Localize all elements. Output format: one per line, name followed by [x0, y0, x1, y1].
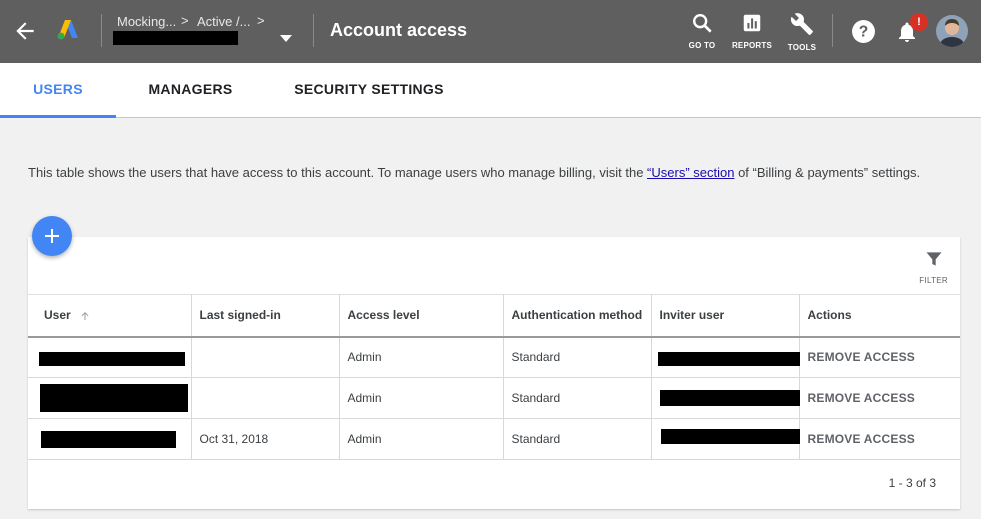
- cell-user: [28, 336, 192, 378]
- cell-inviter-user: [651, 418, 800, 460]
- users-table: User Last signed-in Access level Authent…: [28, 294, 960, 460]
- redacted-account-name: [113, 31, 238, 45]
- search-icon: [693, 14, 712, 33]
- users-table-card: FILTER User Last signed-in Access level …: [28, 237, 960, 509]
- filter-label: FILTER: [919, 276, 948, 285]
- cell-access-level: Admin: [339, 336, 504, 378]
- avatar-image: [936, 15, 968, 47]
- filter-funnel-icon: [926, 252, 942, 266]
- plus-icon: [45, 229, 59, 243]
- divider: [313, 14, 314, 47]
- redacted-inviter-email: [659, 390, 800, 406]
- table-row: Admin Standard REMOVE ACCESS: [28, 377, 960, 419]
- cell-access-level: Admin: [339, 377, 504, 419]
- tab-users[interactable]: USERS: [0, 63, 116, 118]
- column-label: User: [44, 308, 71, 323]
- column-header-actions: Actions: [799, 294, 960, 338]
- redacted-inviter-email: [657, 351, 800, 366]
- cell-user: [28, 418, 192, 460]
- users-section-link[interactable]: “Users” section: [647, 165, 734, 180]
- active-tab-indicator: [0, 115, 116, 118]
- goto-button[interactable]: GO TO: [688, 12, 716, 50]
- column-label: Last signed-in: [199, 308, 281, 323]
- description-prefix: This table shows the users that have acc…: [28, 165, 648, 180]
- remove-access-button[interactable]: REMOVE ACCESS: [799, 377, 960, 419]
- column-label: Access level: [347, 308, 420, 323]
- redacted-inviter-email: [660, 429, 800, 444]
- page-title: Account access: [330, 20, 468, 40]
- description-text: This table shows the users that have acc…: [28, 165, 920, 180]
- reports-icon: [743, 14, 761, 32]
- column-header-access-level[interactable]: Access level: [339, 294, 504, 338]
- redacted-user-email: [39, 351, 185, 366]
- cell-inviter-user: [651, 336, 800, 378]
- sort-ascending-icon[interactable]: [79, 310, 91, 322]
- table-row: Admin Standard REMOVE ACCESS: [28, 336, 960, 378]
- tab-security-settings[interactable]: SECURITY SETTINGS: [286, 63, 452, 118]
- tab-bar: USERS MANAGERS SECURITY SETTINGS: [0, 63, 981, 118]
- cell-auth-method: Standard: [503, 418, 652, 460]
- top-app-bar: Mocking... > Active /... > Account acces…: [0, 0, 981, 63]
- remove-access-button[interactable]: REMOVE ACCESS: [799, 336, 960, 378]
- cell-user: [28, 377, 192, 419]
- reports-button[interactable]: REPORTS: [731, 12, 773, 50]
- table-header-row: User Last signed-in Access level Authent…: [28, 294, 960, 338]
- reports-label: REPORTS: [731, 41, 773, 50]
- column-header-user[interactable]: User: [28, 294, 192, 338]
- tab-managers[interactable]: MANAGERS: [134, 63, 247, 118]
- cell-last-signed-in: [191, 336, 340, 378]
- tools-button[interactable]: TOOLS: [786, 12, 818, 52]
- help-icon[interactable]: ?: [851, 19, 876, 44]
- cell-last-signed-in: [191, 377, 340, 419]
- column-label: Authentication method: [511, 308, 643, 323]
- divider: [832, 14, 833, 47]
- back-arrow-icon[interactable]: [12, 18, 38, 44]
- google-ads-logo[interactable]: [56, 19, 80, 41]
- user-avatar[interactable]: [936, 15, 968, 47]
- filter-button[interactable]: FILTER: [919, 249, 948, 285]
- remove-access-button[interactable]: REMOVE ACCESS: [799, 418, 960, 460]
- add-user-button[interactable]: [32, 216, 72, 256]
- cell-auth-method: Standard: [503, 336, 652, 378]
- column-header-inviter-user[interactable]: Inviter user: [651, 294, 800, 338]
- column-header-last-signed-in[interactable]: Last signed-in: [191, 294, 340, 338]
- column-label: Inviter user: [659, 308, 725, 323]
- divider: [101, 14, 102, 47]
- redacted-user-email: [41, 431, 176, 448]
- wrench-icon: [790, 13, 813, 35]
- breadcrumb-manager-account[interactable]: Mocking...: [117, 14, 176, 29]
- chevron-right-icon: >: [181, 13, 189, 28]
- account-dropdown-icon[interactable]: [279, 33, 293, 43]
- goto-label: GO TO: [688, 41, 716, 50]
- table-row: Oct 31, 2018 Admin Standard REMOVE ACCES…: [28, 418, 960, 460]
- cell-access-level: Admin: [339, 418, 504, 460]
- breadcrumb-account-status[interactable]: Active /...: [197, 14, 250, 29]
- chevron-right-icon: >: [257, 13, 265, 28]
- redacted-user-email: [40, 384, 188, 412]
- tools-label: TOOLS: [787, 43, 817, 52]
- cell-last-signed-in: Oct 31, 2018: [191, 418, 340, 460]
- cell-inviter-user: [651, 377, 800, 419]
- notification-badge: !: [910, 13, 928, 31]
- cell-auth-method: Standard: [503, 377, 652, 419]
- column-label: Actions: [807, 308, 852, 323]
- column-header-auth-method[interactable]: Authentication method: [503, 294, 652, 338]
- svg-text:?: ?: [859, 24, 869, 41]
- description-suffix: of “Billing & payments” settings.: [734, 165, 921, 180]
- pagination-count: 1 - 3 of 3: [888, 476, 936, 490]
